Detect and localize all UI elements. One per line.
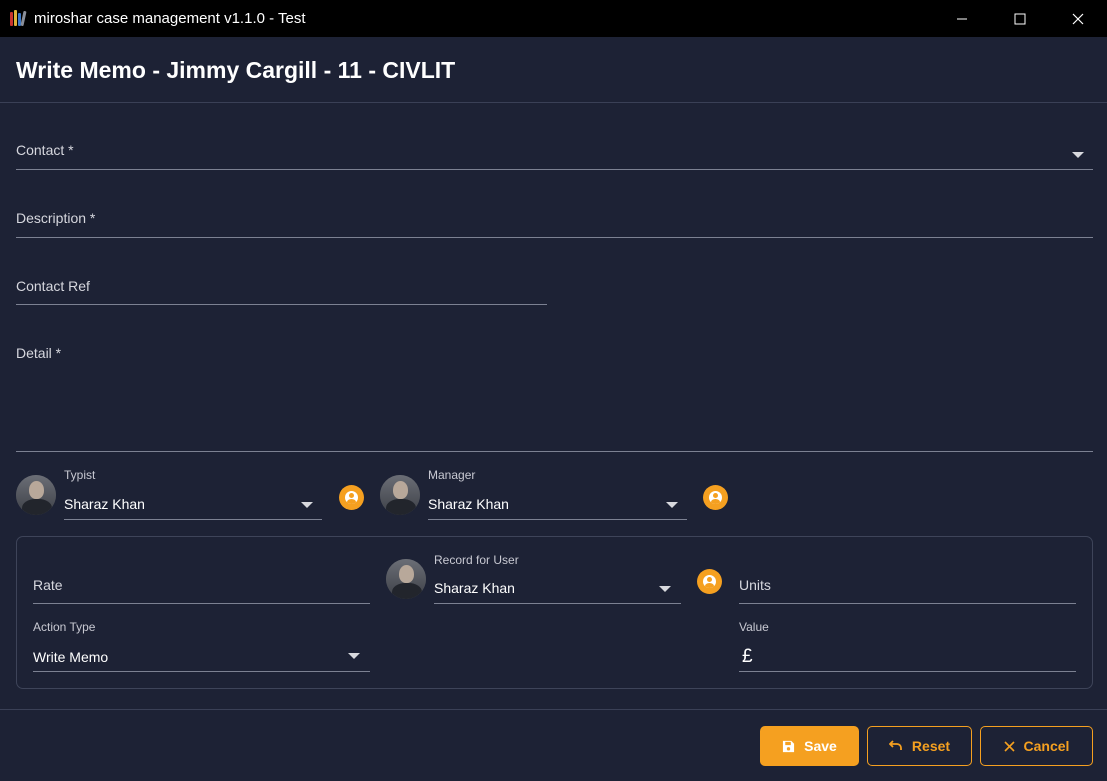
record-user-button[interactable] [697,569,722,594]
save-button[interactable]: Save [760,726,859,766]
page-title: Write Memo - Jimmy Cargill - 11 - CIVLIT [16,57,456,83]
detail-label: Detail * [16,345,62,361]
contact-select[interactable]: Contact * [16,138,1093,170]
value-field[interactable]: Value £ [739,620,1076,672]
action-type-select[interactable]: Action Type Write Memo [33,620,370,672]
manager-select[interactable]: Manager Sharaz Khan [428,468,687,520]
typist-user-button[interactable] [339,485,364,510]
chevron-down-icon [659,586,671,592]
chevron-down-icon [348,653,360,659]
chevron-down-icon [666,502,678,508]
currency-symbol: £ [742,646,753,667]
units-field[interactable]: Units [739,572,1076,604]
minimize-icon [957,18,967,19]
typist-select[interactable]: Typist Sharaz Khan [64,468,322,520]
contact-label: Contact * [16,142,74,158]
chevron-down-icon [301,502,313,508]
books-icon [10,10,28,27]
description-field[interactable]: Description * [16,205,1093,238]
contact-ref-field[interactable]: Contact Ref [16,273,547,305]
manager-user-button[interactable] [703,485,728,510]
close-button[interactable] [1049,0,1107,37]
record-user-avatar [386,559,426,599]
value-label: Value [739,620,769,634]
reset-button[interactable]: Reset [867,726,972,766]
user-circle-icon [709,491,722,504]
maximize-button[interactable] [991,0,1049,37]
user-circle-icon [345,491,358,504]
undo-icon [888,740,902,750]
record-for-user-select[interactable]: Record for User Sharaz Khan [434,553,681,604]
action-type-value: Write Memo [33,649,109,665]
floppy-disk-icon [783,740,795,752]
chevron-down-icon [1072,152,1084,158]
action-type-label: Action Type [33,620,96,634]
typist-label: Typist [64,468,96,482]
reset-label: Reset [911,738,951,754]
rate-label: Rate [33,577,63,593]
window-title: miroshar case management v1.1.0 - Test [34,10,306,27]
minimize-button[interactable] [933,0,991,37]
maximize-icon [1014,13,1026,24]
close-icon [1072,13,1084,24]
manager-value: Sharaz Khan [428,496,509,512]
save-label: Save [804,738,837,754]
record-for-user-value: Sharaz Khan [434,580,515,596]
x-icon [1003,740,1015,752]
user-circle-icon [703,575,716,588]
cancel-button[interactable]: Cancel [980,726,1093,766]
contact-ref-label: Contact Ref [16,278,90,294]
cancel-label: Cancel [1023,738,1070,754]
rate-field[interactable]: Rate [33,572,370,604]
footer-divider [0,709,1107,710]
manager-avatar [380,475,420,515]
typist-value: Sharaz Khan [64,496,145,512]
record-for-user-label: Record for User [434,553,519,567]
header-divider [0,102,1107,103]
description-label: Description * [16,210,96,226]
window-titlebar: miroshar case management v1.1.0 - Test [0,0,1107,37]
manager-label: Manager [428,468,476,482]
units-label: Units [739,577,771,593]
detail-textarea[interactable]: Detail * [16,340,1093,452]
typist-avatar [16,475,56,515]
